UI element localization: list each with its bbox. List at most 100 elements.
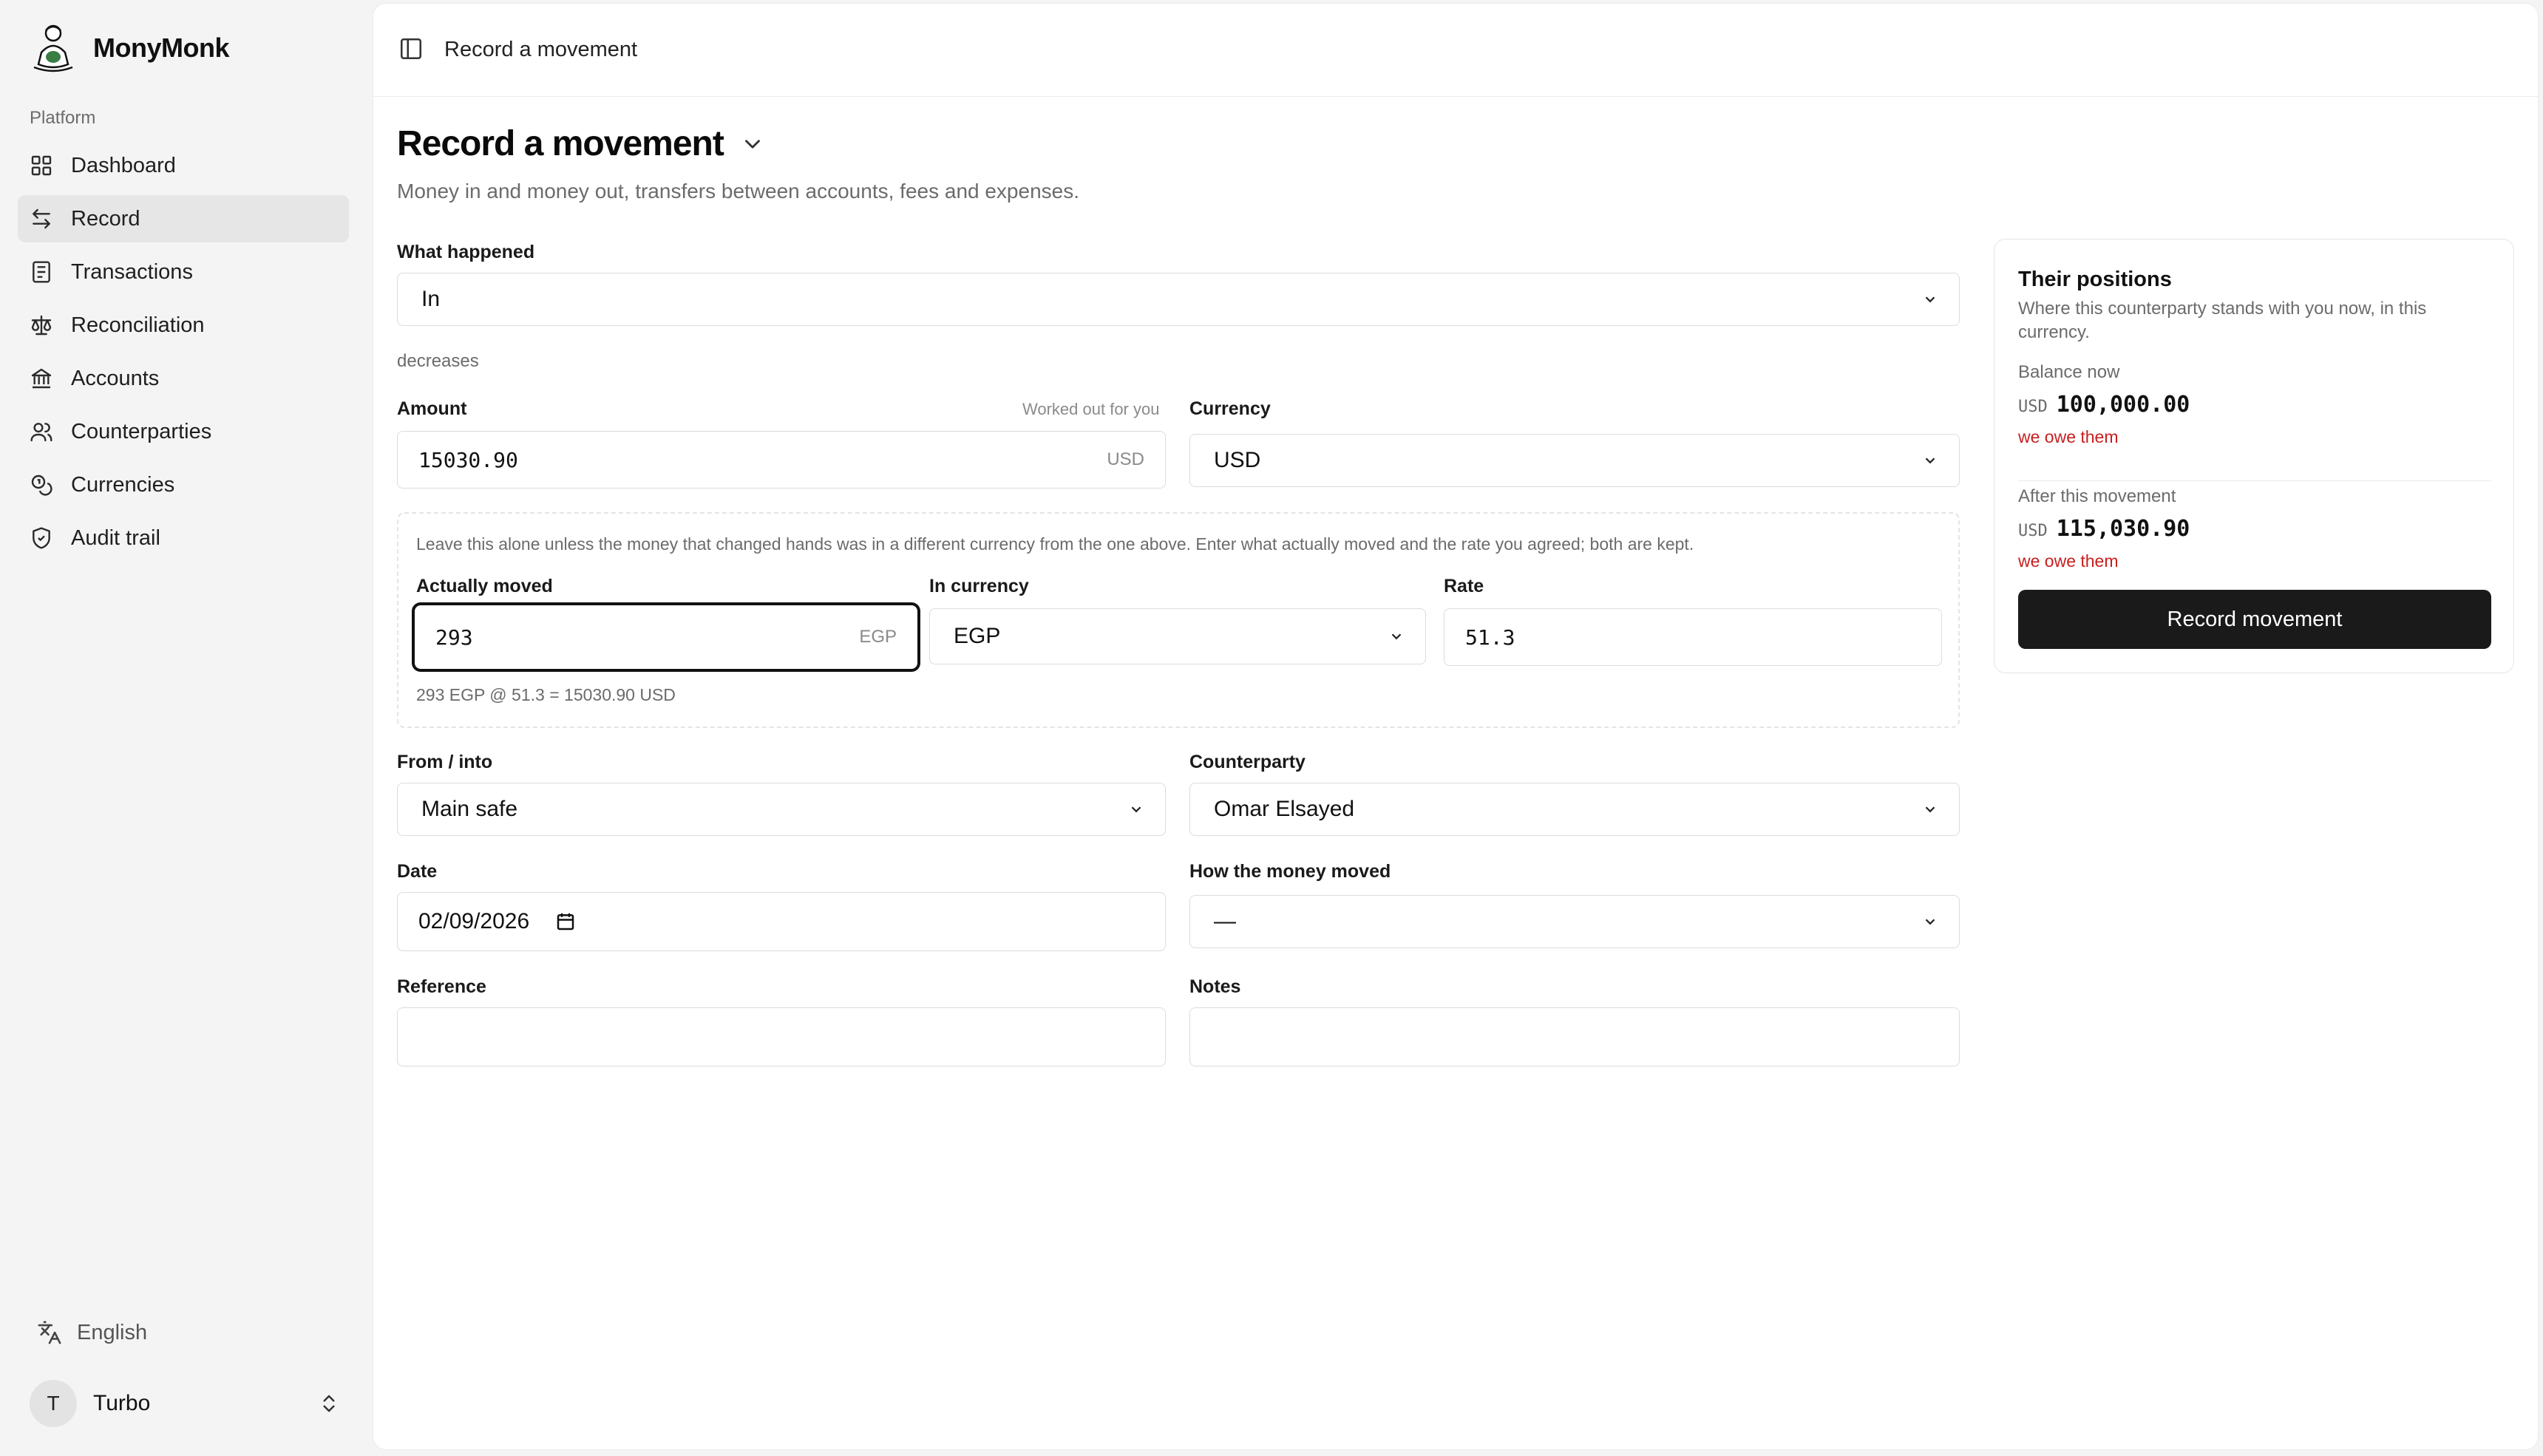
topbar: Record a movement	[373, 4, 2538, 97]
amount-currency-suffix: USD	[1107, 449, 1144, 469]
record-movement-button[interactable]: Record movement	[2018, 590, 2491, 649]
rate-value: 51.3	[1465, 625, 1515, 650]
currency-label: Currency	[1189, 398, 1271, 419]
positions-description: Where this counterparty stands with you …	[2018, 299, 2427, 342]
balance-now-status: we owe them	[2018, 427, 2119, 446]
card-divider	[2018, 480, 2491, 481]
translate-icon	[38, 1321, 61, 1344]
actually-moved-value: 293	[435, 625, 473, 650]
after-movement-status: we owe them	[2018, 551, 2119, 571]
sidebar-item-transactions[interactable]: Transactions	[18, 248, 349, 296]
currency-select[interactable]: USD	[1189, 434, 1960, 487]
counterparty-select[interactable]: Omar Elsayed	[1189, 783, 1960, 836]
page-subtitle: Money in and money out, transfers betwee…	[397, 180, 1080, 203]
sidebar: MonyMonk Platform Dashboard Record Trans…	[0, 0, 370, 1456]
currency-value: USD	[1214, 448, 1261, 472]
receipt-icon	[33, 261, 50, 283]
sidebar-item-counterparties[interactable]: Counterparties	[18, 408, 349, 455]
fx-summary: 293 EGP @ 51.3 = 15030.90 USD	[416, 685, 676, 704]
chevron-down-icon	[1925, 919, 1935, 925]
in-currency-label: In currency	[929, 576, 1029, 596]
shield-icon	[33, 527, 50, 549]
calendar-icon[interactable]	[554, 911, 577, 933]
sidebar-item-currencies[interactable]: Currencies	[18, 461, 349, 508]
arrows-left-right-icon	[33, 208, 50, 229]
balance-now-amount: USD 100,000.00	[2018, 392, 2190, 418]
rate-input[interactable]: 51.3	[1444, 608, 1942, 666]
sidebar-toggle-icon[interactable]	[398, 36, 424, 61]
monk-logo-icon	[33, 24, 73, 72]
reference-label: Reference	[397, 976, 486, 997]
user-menu[interactable]: T Turbo	[30, 1379, 340, 1428]
positions-title: Their positions	[2018, 268, 2172, 291]
balance-now-currency: USD	[2018, 398, 2048, 416]
actually-moved-input[interactable]: 293 EGP	[412, 602, 920, 672]
sidebar-item-accounts[interactable]: Accounts	[18, 355, 349, 402]
amount-input[interactable]: 15030.90 USD	[397, 431, 1166, 489]
actually-moved-suffix: EGP	[859, 627, 897, 647]
date-label: Date	[397, 861, 438, 882]
how-moved-select[interactable]: —	[1189, 895, 1960, 948]
how-moved-label: How the money moved	[1189, 861, 1391, 882]
bank-icon	[31, 368, 52, 389]
chevron-down-icon[interactable]	[740, 132, 765, 157]
scale-icon	[31, 315, 52, 336]
from-into-label: From / into	[397, 752, 493, 772]
how-moved-value: —	[1214, 909, 1236, 933]
chevrons-up-down-icon	[323, 1395, 335, 1412]
what-happened-label: What happened	[397, 242, 535, 262]
chevron-down-icon	[1925, 457, 1935, 464]
reference-input[interactable]	[397, 1007, 1166, 1067]
amount-hint: Worked out for you	[1022, 400, 1160, 418]
coins-icon	[31, 474, 52, 496]
language-switcher[interactable]: English	[37, 1316, 147, 1350]
from-into-value: Main safe	[421, 797, 518, 821]
sidebar-item-label: Reconciliation	[71, 313, 205, 337]
sidebar-item-label: Transactions	[71, 259, 193, 284]
notes-input[interactable]	[1189, 1007, 1960, 1067]
sidebar-item-record[interactable]: Record	[18, 195, 349, 242]
actually-moved-label: Actually moved	[416, 576, 553, 596]
sidebar-item-dashboard[interactable]: Dashboard	[18, 142, 349, 189]
what-happened-select[interactable]: In	[397, 273, 1960, 326]
brand[interactable]: MonyMonk	[30, 22, 229, 74]
notes-label: Notes	[1189, 976, 1241, 997]
positions-card: Their positions Where this counterparty …	[1994, 239, 2514, 673]
balance-now-label: Balance now	[2018, 362, 2120, 382]
rate-label: Rate	[1444, 576, 1484, 596]
sidebar-item-label: Dashboard	[71, 153, 176, 177]
page-title: Record a movement	[397, 124, 724, 163]
after-movement-currency: USD	[2018, 522, 2048, 540]
counterparty-label: Counterparty	[1189, 752, 1306, 772]
amount-label: Amount	[397, 398, 467, 419]
sidebar-nav: Dashboard Record Transactions Reconcilia…	[18, 142, 349, 568]
sidebar-item-label: Accounts	[71, 366, 160, 390]
date-value: 02/09/2026	[418, 909, 530, 933]
sidebar-item-label: Counterparties	[71, 419, 212, 443]
users-icon	[30, 423, 52, 442]
chevron-down-icon	[1925, 806, 1935, 813]
fx-help-text: Leave this alone unless the money that c…	[416, 534, 1694, 554]
in-currency-select[interactable]: EGP	[929, 608, 1426, 664]
what-happened-value: In	[421, 287, 441, 311]
main-panel: Record a movement Record a movement Mone…	[373, 3, 2539, 1450]
after-movement-amount: USD 115,030.90	[2018, 516, 2190, 542]
sidebar-item-reconciliation[interactable]: Reconciliation	[18, 302, 349, 349]
avatar: T	[30, 1380, 77, 1427]
sidebar-item-audit-trail[interactable]: Audit trail	[18, 514, 349, 562]
chevron-down-icon	[1131, 806, 1141, 813]
sidebar-item-label: Record	[71, 206, 140, 231]
sidebar-item-label: Currencies	[71, 472, 175, 497]
in-currency-value: EGP	[954, 624, 1001, 648]
nav-section-label: Platform	[30, 108, 96, 128]
balance-now-value: 100,000.00	[2056, 392, 2190, 418]
language-label: English	[77, 1320, 148, 1344]
from-into-select[interactable]: Main safe	[397, 783, 1166, 836]
date-input[interactable]: 02/09/2026	[397, 892, 1166, 951]
counterparty-value: Omar Elsayed	[1214, 797, 1355, 821]
brand-name: MonyMonk	[93, 33, 229, 63]
sidebar-item-label: Audit trail	[71, 525, 160, 550]
chevron-down-icon	[1925, 296, 1935, 303]
after-movement-label: After this movement	[2018, 486, 2176, 506]
user-name: Turbo	[93, 1391, 151, 1415]
